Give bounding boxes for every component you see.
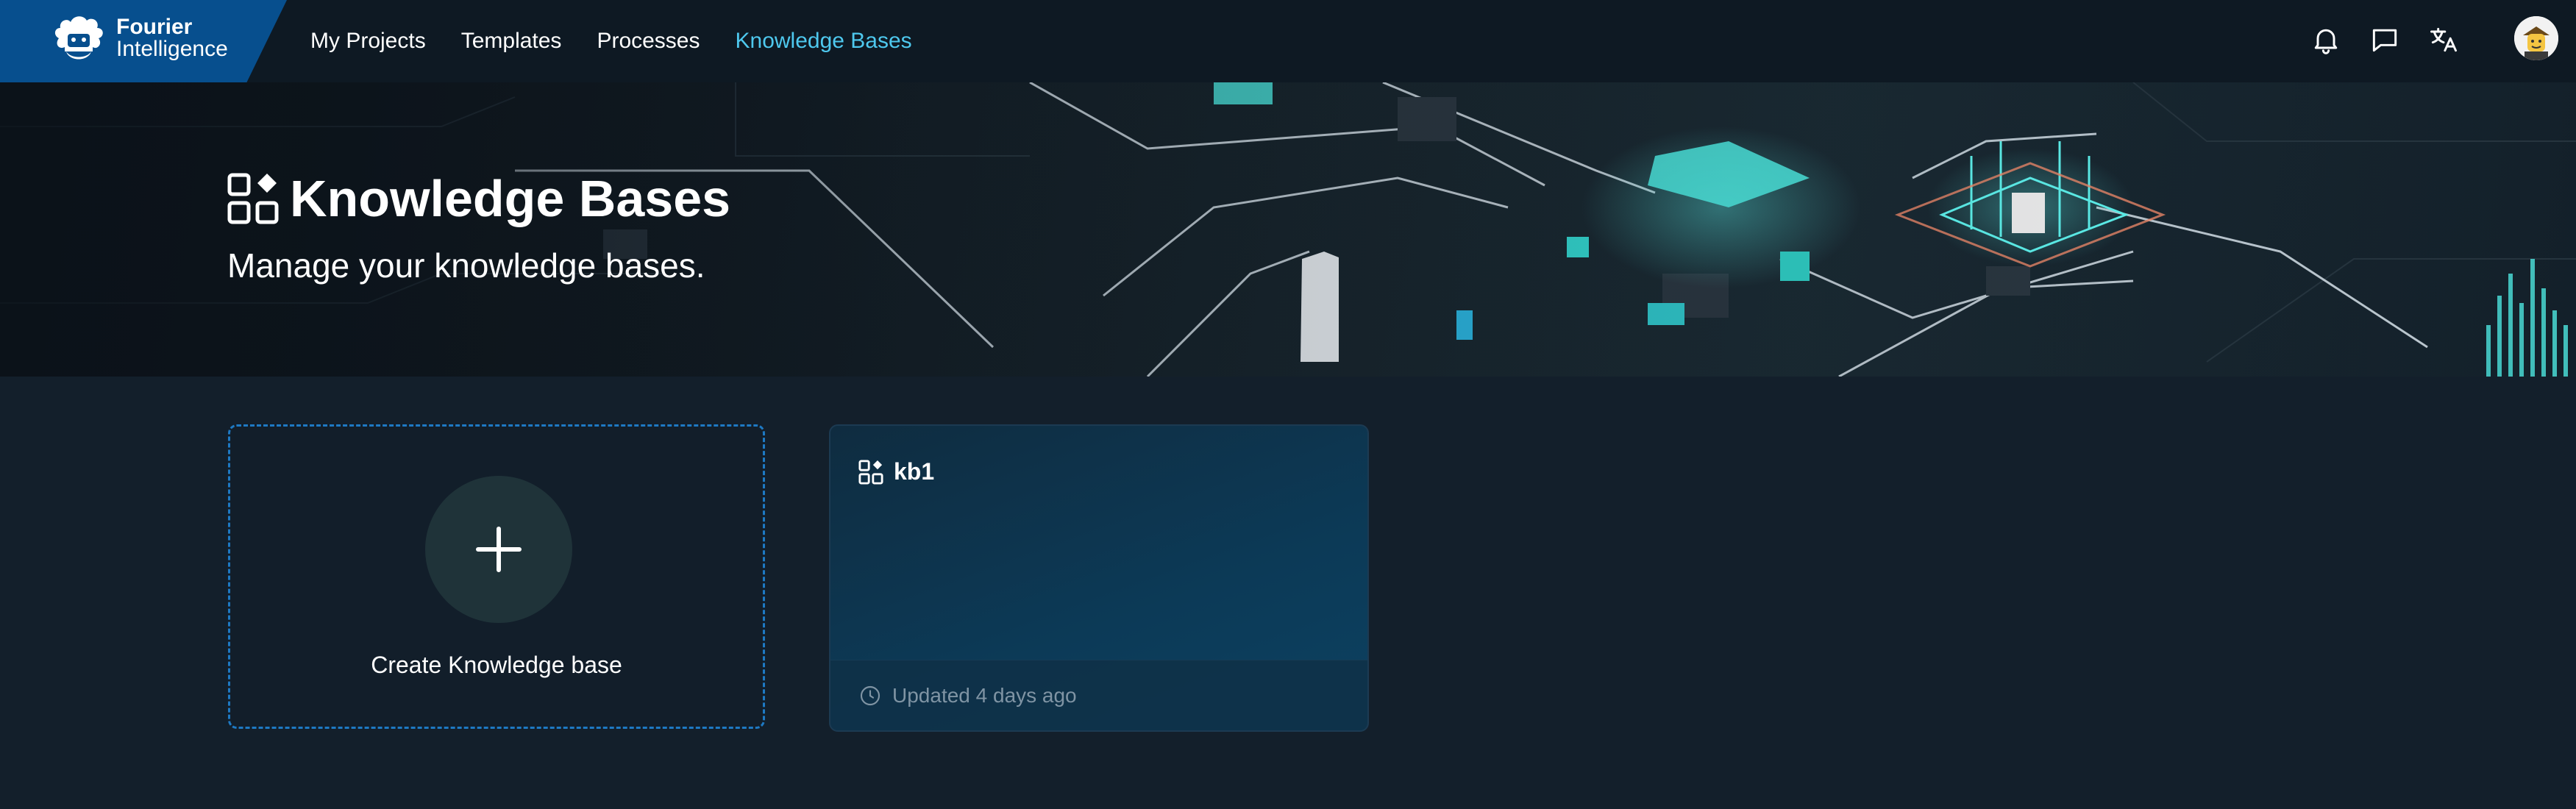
nav-templates[interactable]: Templates [461, 29, 562, 54]
translate-icon[interactable] [2427, 24, 2460, 56]
clock-icon [860, 685, 880, 705]
hero-banner: Knowledge Bases Manage your knowledge ba… [0, 82, 2576, 377]
fourier-logo-icon [54, 16, 103, 60]
knowledge-base-icon [858, 459, 883, 485]
knowledge-base-updated-time: Updated 4 days ago [892, 683, 1077, 707]
bell-icon[interactable] [2310, 24, 2342, 56]
user-avatar[interactable] [2514, 16, 2558, 60]
brand-name-line1: Fourier [116, 15, 193, 39]
page-subtitle: Manage your knowledge bases. [227, 246, 705, 285]
top-navbar: Fourier Intelligence My Projects Templat… [0, 0, 2576, 83]
main-nav: My Projects Templates Processes Knowledg… [310, 0, 912, 82]
page-title: Knowledge Bases [227, 172, 730, 225]
nav-my-projects[interactable]: My Projects [310, 29, 426, 54]
knowledge-base-name: kb1 [894, 458, 935, 485]
knowledge-base-card[interactable]: kb1 Updated 4 days ago [829, 424, 1369, 732]
create-button-circle[interactable] [425, 476, 572, 623]
knowledge-base-card-header: kb1 [858, 458, 934, 485]
brand-name-line2: Intelligence [116, 37, 228, 61]
knowledge-base-card-footer: Updated 4 days ago [830, 660, 1367, 730]
brand-logo-area[interactable]: Fourier Intelligence [0, 0, 287, 82]
create-knowledge-base-label: Create Knowledge base [371, 652, 622, 678]
avatar-image-icon [2514, 16, 2558, 60]
create-knowledge-base-card[interactable]: Create Knowledge base [228, 424, 765, 729]
knowledge-base-icon [227, 173, 279, 224]
brand-name: Fourier Intelligence [116, 16, 228, 60]
nav-processes[interactable]: Processes [597, 29, 700, 54]
message-icon[interactable] [2369, 24, 2401, 56]
page-title-text: Knowledge Bases [290, 170, 731, 227]
circuit-board-image [0, 82, 2576, 377]
nav-knowledge-bases[interactable]: Knowledge Bases [736, 29, 912, 54]
plus-icon [476, 527, 522, 572]
